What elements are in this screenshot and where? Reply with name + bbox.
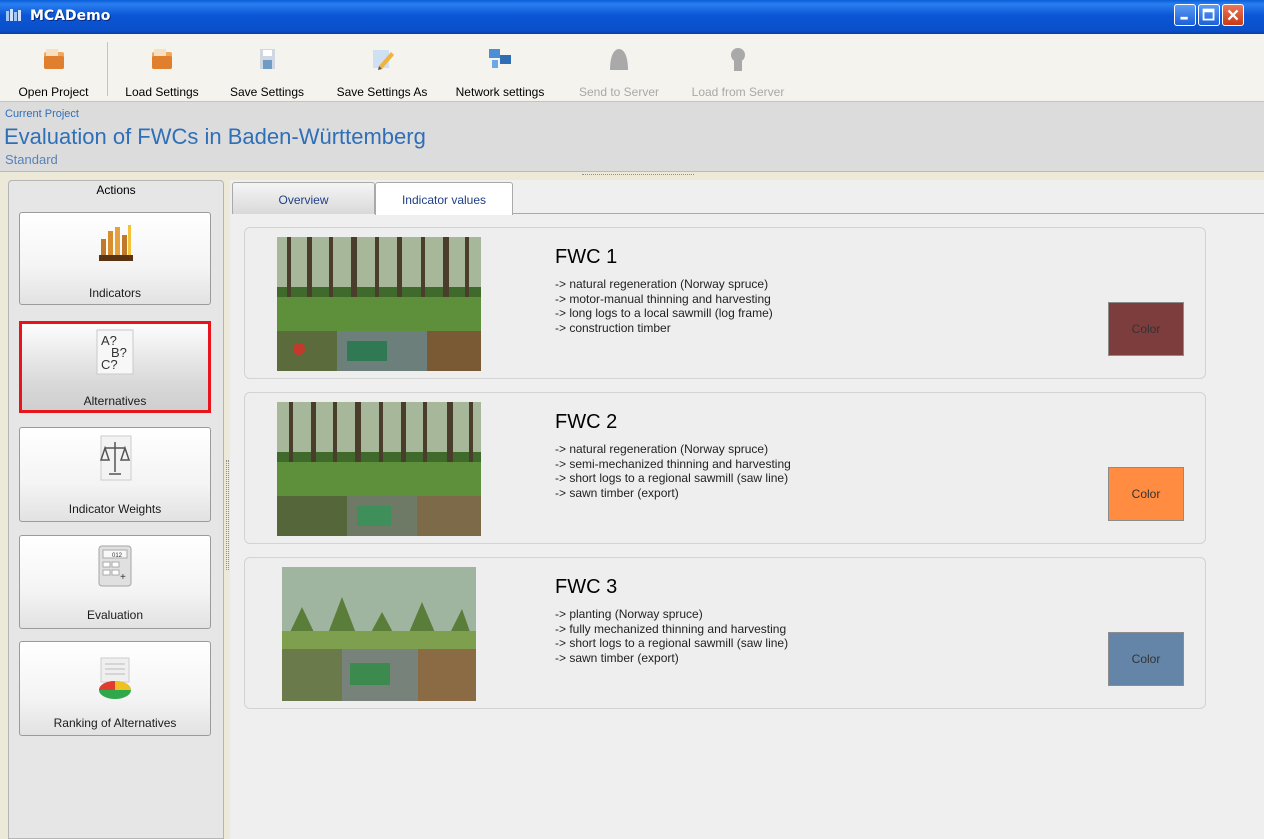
- network-computers-icon: [489, 49, 511, 68]
- ranking-of-alternatives-button[interactable]: Ranking of Alternatives: [19, 641, 211, 736]
- alternative-card-fwc1: FWC 1 -> natural regeneration (Norway sp…: [244, 227, 1206, 379]
- pie-chart-icon: [99, 657, 131, 699]
- save-settings-as-label: Save Settings As: [336, 85, 428, 99]
- fwc3-line: -> planting (Norway spruce): [555, 607, 703, 621]
- fwc1-line: -> natural regeneration (Norway spruce): [555, 277, 769, 291]
- ranking-of-alternatives-label: Ranking of Alternatives: [53, 716, 177, 730]
- current-project-caption: Current Project: [5, 108, 79, 120]
- evaluation-label: Evaluation: [86, 608, 144, 622]
- load-from-server-label: Load from Server: [691, 85, 785, 99]
- folder-open-icon: [43, 49, 64, 69]
- close-icon: [1227, 9, 1239, 21]
- svg-text:+: +: [120, 572, 126, 583]
- actions-panel: Actions Indicators A? B? C? Alternatives…: [8, 180, 224, 839]
- project-header: Current Project Evaluation of FWCs in Ba…: [0, 102, 1264, 172]
- evaluation-button[interactable]: 012 + Evaluation: [19, 535, 211, 629]
- fwc1-title: FWC 1: [555, 246, 618, 268]
- fwc2-title: FWC 2: [555, 411, 618, 433]
- indicator-weights-button[interactable]: Indicator Weights: [19, 427, 211, 522]
- save-settings-label: Save Settings: [229, 85, 305, 99]
- vertical-splitter[interactable]: [226, 460, 229, 570]
- fwc3-line: -> sawn timber (export): [555, 650, 679, 665]
- load-from-server-icon: [731, 48, 745, 71]
- fwc1-description: -> natural regeneration (Norway spruce) …: [555, 277, 773, 335]
- load-settings-button[interactable]: Load Settings: [112, 34, 212, 102]
- load-settings-label: Load Settings: [125, 85, 199, 99]
- fwc2-line: -> short logs to a regional sawmill (saw…: [555, 471, 789, 485]
- alternatives-label: Alternatives: [83, 394, 147, 408]
- maximize-icon: [1202, 8, 1215, 21]
- svg-text:012: 012: [112, 553, 123, 559]
- app-icon: [6, 9, 21, 21]
- fwc1-line: -> construction timber: [555, 320, 671, 335]
- fwc3-color-button[interactable]: Color: [1108, 632, 1184, 686]
- indicator-weights-label: Indicator Weights: [68, 502, 162, 516]
- tab-indicator-values[interactable]: Indicator values: [375, 182, 513, 215]
- fwc3-title: FWC 3: [555, 576, 618, 598]
- toolbar: Open Project Load Settings Save Settings…: [0, 34, 1264, 102]
- bar-chart-icon: [99, 225, 133, 261]
- balance-scale-icon: [99, 435, 132, 481]
- fwc3-line: -> short logs to a regional sawmill (saw…: [555, 636, 789, 650]
- maximize-button[interactable]: [1198, 4, 1220, 26]
- title-bar: MCADemo: [0, 0, 1264, 34]
- save-disk-icon: [260, 49, 275, 69]
- open-project-label: Open Project: [18, 85, 89, 99]
- project-variant: Standard: [5, 152, 58, 167]
- alternative-card-fwc3: FWC 3 -> planting (Norway spruce) -> ful…: [244, 557, 1206, 709]
- open-project-button[interactable]: Open Project: [0, 34, 107, 102]
- send-to-server-button[interactable]: Send to Server: [566, 34, 672, 102]
- actions-header: Actions: [96, 183, 136, 197]
- question-letters-icon: A? B? C?: [96, 329, 134, 375]
- close-button[interactable]: [1222, 4, 1244, 26]
- fwc1-photo: [277, 237, 481, 371]
- network-settings-button[interactable]: Network settings: [444, 34, 556, 102]
- fwc2-color-button[interactable]: Color: [1108, 467, 1184, 521]
- fwc1-line: -> motor-manual thinning and harvesting: [555, 291, 771, 306]
- send-to-server-icon: [610, 49, 628, 70]
- fwc3-line: -> fully mechanized thinning and harvest…: [555, 621, 787, 636]
- save-as-pencil-icon: [373, 50, 394, 70]
- fwc1-line: -> long logs to a local sawmill (log fra…: [555, 306, 773, 320]
- save-settings-as-button[interactable]: Save Settings As: [322, 34, 442, 102]
- svg-text:C?: C?: [101, 357, 118, 372]
- fwc1-color-button[interactable]: Color: [1108, 302, 1184, 356]
- toolbar-separator: [107, 42, 108, 96]
- fwc2-description: -> natural regeneration (Norway spruce) …: [555, 442, 791, 500]
- tab-overview[interactable]: Overview: [232, 182, 375, 214]
- horizontal-splitter[interactable]: [582, 174, 694, 176]
- project-name: Evaluation of FWCs in Baden-Württemberg: [4, 124, 426, 149]
- indicators-label: Indicators: [88, 286, 142, 300]
- fwc2-photo: [277, 402, 481, 536]
- minimize-icon: [1180, 16, 1188, 20]
- fwc3-photo: [282, 567, 476, 701]
- load-settings-icon: [152, 49, 172, 69]
- fwc3-description: -> planting (Norway spruce) -> fully mec…: [555, 607, 788, 665]
- send-to-server-label: Send to Server: [578, 85, 660, 99]
- save-settings-button[interactable]: Save Settings: [217, 34, 317, 102]
- calculator-icon: 012 +: [98, 545, 132, 587]
- alternative-card-fwc2: FWC 2 -> natural regeneration (Norway sp…: [244, 392, 1206, 544]
- window-title: MCADemo: [30, 8, 111, 24]
- fwc2-line: -> natural regeneration (Norway spruce): [555, 442, 769, 456]
- indicators-button[interactable]: Indicators: [19, 212, 211, 305]
- minimize-button[interactable]: [1174, 4, 1196, 26]
- load-from-server-button[interactable]: Load from Server: [678, 34, 798, 102]
- alternatives-button[interactable]: A? B? C? Alternatives: [19, 321, 211, 413]
- network-settings-label: Network settings: [455, 85, 545, 99]
- fwc2-line: -> sawn timber (export): [555, 485, 679, 500]
- fwc2-line: -> semi-mechanized thinning and harvesti…: [555, 456, 791, 471]
